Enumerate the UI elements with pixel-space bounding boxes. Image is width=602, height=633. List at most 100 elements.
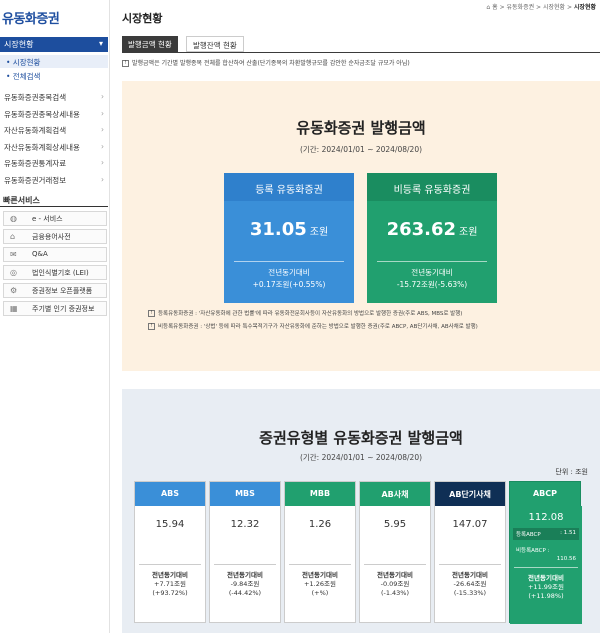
sidebar-item-statistics[interactable]: 유동화증권통계자료 › [0, 156, 108, 173]
type-card-ab-short-bond[interactable]: AB단기사채 147.07 전년동기대비 -26.64조원 (-15.33%) [434, 481, 506, 623]
sidebar-item-label: 유동화증권종목검색 [4, 93, 67, 102]
compare-amount: -26.64조원 [453, 580, 487, 588]
chevron-right-icon: › [101, 108, 104, 118]
issuance-summary-panel: 유동화증권 발행금액 (기간: 2024/01/01 ~ 2024/08/20)… [122, 81, 600, 371]
type-card-mbs[interactable]: MBS 12.32 전년동기대비 -9.84조원 (-44.42%) [209, 481, 281, 623]
type-card-abcp[interactable]: ABCP 112.08 등록ABCP : 1.51 비등록ABCP : 110.… [509, 481, 582, 624]
card-title: 비등록 유동화증권 [367, 173, 497, 201]
chevron-right-icon: › [101, 174, 104, 184]
compare-percent: (+93.72%) [152, 589, 188, 597]
sub-label: 등록ABCP [516, 532, 541, 538]
tab-issuance-amount[interactable]: 발행금액 현황 [122, 36, 178, 52]
type-card-mbb[interactable]: MBB 1.26 전년동기대비 +1.26조원 (+%) [284, 481, 356, 623]
tab-outstanding-amount[interactable]: 발행잔액 현황 [186, 36, 244, 52]
compare-label: 전년동기대비 [152, 571, 188, 579]
sidebar-item-item-detail[interactable]: 유동화증권종목상세내용 › [0, 107, 108, 124]
divider [122, 52, 600, 53]
sidebar-item-plan-search[interactable]: 자산유동화계획검색 › [0, 123, 108, 140]
home-icon[interactable]: ⌂ [486, 4, 490, 11]
chevron-right-icon: › [101, 158, 104, 167]
chevron-right-icon: › [101, 141, 104, 151]
info-icon: ! [122, 60, 129, 67]
chevron-right-icon: › [101, 125, 104, 134]
compare-amount: -9.84조원 [230, 580, 260, 588]
value-number: 263.62 [386, 219, 457, 240]
sidebar-item-label: 유동화증권통계자료 [4, 159, 67, 168]
chart-icon: ▦ [10, 304, 18, 313]
value-number: 31.05 [249, 219, 307, 240]
site-logo[interactable]: 유동화증권 [2, 8, 60, 27]
info-icon: ! [148, 310, 155, 317]
sidebar-item-label: 유동화증권종목상세내용 [4, 109, 80, 119]
sidebar-sub-market-status[interactable]: • 시장현황 [0, 55, 108, 68]
breadcrumb-item[interactable]: 유동화증권 [507, 4, 535, 11]
breadcrumb-item[interactable]: 시장현황 [543, 4, 565, 11]
note-text: 비등록유동화증권 : '상법' 등에 따라 특수목적기구가 자산유동화에 준하는… [158, 324, 478, 330]
quick-popular-info[interactable]: ▦ 주기별 인기 증권정보 [3, 301, 107, 316]
sidebar-menu: 유동화증권종목검색 › 유동화증권종목상세내용 › 자산유동화계획검색 › 자산유동화… [0, 90, 108, 189]
compare-label: 전년동기대비 [528, 574, 564, 582]
card-title: MBS [210, 482, 280, 506]
compare-label: 전년동기대비 [377, 571, 413, 579]
page-title: 시장현황 [122, 12, 163, 25]
breadcrumb-home[interactable]: 홈 [492, 4, 498, 11]
quick-qa[interactable]: ✉ Q&A [3, 247, 107, 262]
panel-period: (기간: 2024/01/01 ~ 2024/08/20) [299, 453, 423, 462]
lei-icon: ◎ [10, 268, 17, 277]
compare-amount: +11.99조원 [527, 583, 564, 591]
quick-label: 법인식별기호 (LEI) [32, 269, 89, 277]
compare-amount: +7.71조원 [154, 580, 186, 588]
type-issuance-panel: 증권유형별 유동화증권 발행금액 (기간: 2024/01/01 ~ 2024/… [122, 389, 600, 633]
quick-label: Q&A [32, 250, 48, 258]
abcp-unregistered-label: 비등록ABCP : [516, 548, 550, 554]
quick-glossary[interactable]: ⌂ 금융용어사전 [3, 229, 107, 244]
sidebar-item-label: 자산유동화계획상세내용 [4, 142, 80, 152]
compare-percent: (-15.33%) [453, 589, 487, 597]
quick-label: e - 서비스 [32, 215, 63, 223]
panel-title: 증권유형별 유동화증권 발행금액 [259, 429, 463, 447]
quick-lei[interactable]: ◎ 법인식별기호 (LEI) [3, 265, 107, 280]
abcp-unregistered-value: 110.56 [556, 556, 576, 562]
info-icon: ! [148, 323, 155, 330]
sidebar-item-trade-info[interactable]: 유동화증권거래정보 › [0, 173, 108, 190]
breadcrumb-current: 시장현황 [573, 4, 596, 11]
compare-percent: (+%) [311, 589, 329, 597]
card-title: MBB [285, 482, 355, 506]
compare-label: 전년동기대비 [227, 571, 263, 579]
compare-label: 전년동기대비 [411, 268, 453, 277]
card-value: 15.94 [155, 519, 185, 530]
sidebar-section-market[interactable]: 시장현황 ▾ [0, 37, 108, 52]
breadcrumb: ⌂ 홈 > 유동화증권 > 시장현황 > 시장현황 [486, 4, 596, 11]
compare-label: 전년동기대비 [302, 571, 338, 579]
hat-icon: ⌂ [10, 232, 16, 241]
qa-icon: ✉ [10, 250, 17, 259]
compare-label: 전년동기대비 [268, 268, 310, 277]
type-card-ab-bond[interactable]: AB사채 5.95 전년동기대비 -0.09조원 (-1.43%) [359, 481, 431, 623]
compare-percent: (+11.98%) [528, 592, 564, 600]
quick-label: 주기별 인기 증권정보 [32, 305, 95, 313]
sidebar-item-plan-detail[interactable]: 자산유동화계획상세내용 › [0, 140, 108, 157]
registered-card: 등록 유동화증권 31.05 조원 전년동기대비 +0.17조원(+0.55%) [224, 173, 354, 303]
quick-e-service[interactable]: ◍ e - 서비스 [3, 211, 107, 226]
sidebar-item-item-search[interactable]: 유동화증권종목검색 › [0, 90, 108, 107]
api-icon: ⚙ [10, 286, 18, 295]
type-card-abs[interactable]: ABS 15.94 전년동기대비 +7.71조원 (+93.72%) [134, 481, 206, 623]
sidebar: 유동화증권 시장현황 ▾ • 시장현황 • 전체검색 유동화증권종목검색 › 유동… [0, 0, 110, 633]
quick-open-platform[interactable]: ⚙ 증권정보 오픈플랫폼 [3, 283, 107, 298]
value-unit: 조원 [309, 227, 329, 238]
note-unregistered: ! 비등록유동화증권 : '상법' 등에 따라 특수목적기구가 자산유동화에 준하… [148, 322, 478, 330]
card-value: 31.05 조원 [224, 201, 354, 261]
quick-service-title: 빠른서비스 [3, 196, 40, 205]
quick-label: 금융용어사전 [32, 233, 71, 241]
quick-label: 증권정보 오픈플랫폼 [32, 287, 93, 295]
divider [0, 206, 108, 207]
sub-value: : 1.51 [560, 530, 576, 536]
panel-title: 유동화증권 발행금액 [296, 119, 426, 137]
note-registered: ! 등록유동화증권 : '자산유동화에 관한 법률'에 따라 유동화전문회사등이 … [148, 309, 462, 317]
compare-amount: -0.09조원 [380, 580, 410, 588]
unregistered-card: 비등록 유동화증권 263.62 조원 전년동기대비 -15.72조원(-5.63… [367, 173, 497, 303]
card-title: AB단기사채 [435, 482, 505, 506]
abcp-body: 112.08 등록ABCP : 1.51 비등록ABCP : 110.56 전년… [510, 506, 582, 624]
sidebar-sub-full-search[interactable]: • 전체검색 [0, 69, 108, 82]
card-title: AB사채 [360, 482, 430, 506]
